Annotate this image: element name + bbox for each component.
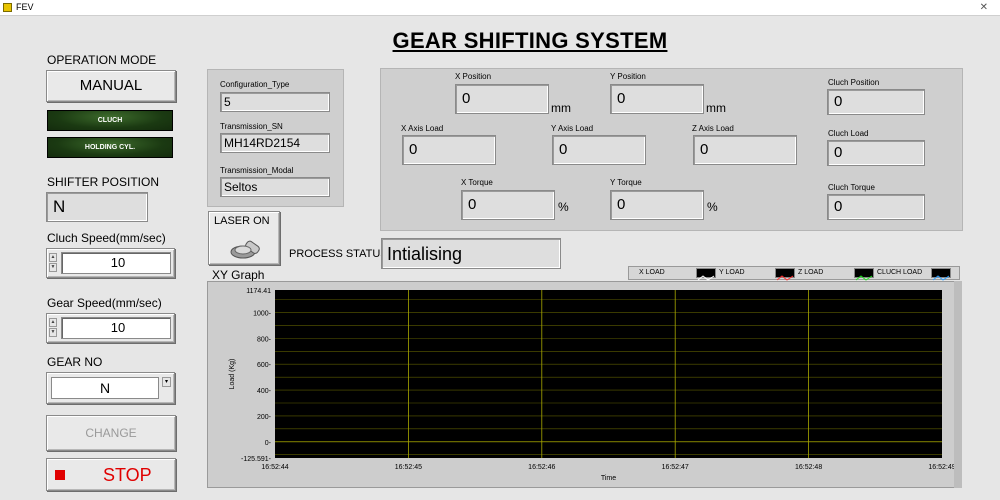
readings-panel: X Position 0 mm Y Position 0 mm X Axis L… <box>380 68 963 231</box>
y-tick-label: 400- <box>257 388 272 395</box>
x-torque-value: 0 <box>461 190 555 220</box>
x-tick-label: 16:52:44 <box>261 464 288 471</box>
laser-on-button[interactable]: LASER ON <box>208 211 280 265</box>
x-axis-load-label: X Axis Load <box>401 124 444 133</box>
x-position-unit: mm <box>551 101 571 115</box>
transmission-sn-label: Transmission_SN <box>220 122 283 131</box>
x-tick-label: 16:52:49 <box>928 464 955 471</box>
transmission-modal-label: Transmission_Modal <box>220 166 294 175</box>
gear-no-value[interactable]: N <box>51 377 159 399</box>
y-position-value: 0 <box>610 84 704 114</box>
legend-x-load-swatch[interactable] <box>696 268 716 281</box>
y-tick-label: 200- <box>257 414 272 421</box>
cluch-speed-label: Cluch Speed(mm/sec) <box>47 231 166 245</box>
xy-graph[interactable]: 1174.411000-800-600-400-200-0--125.591-1… <box>207 281 962 488</box>
x-tick-label: 16:52:45 <box>395 464 422 471</box>
y-axis-load-label: Y Axis Load <box>551 124 594 133</box>
xy-graph-label: XY Graph <box>212 268 265 282</box>
gear-no-select[interactable]: N ▾ <box>46 372 175 404</box>
configuration-panel: Configuration_Type 5 Transmission_SN MH1… <box>207 69 344 207</box>
graph-scrollbar <box>954 281 962 488</box>
decrement-icon[interactable]: ▼ <box>49 328 57 337</box>
shifter-position-label: SHIFTER POSITION <box>47 175 160 189</box>
x-axis-load-value: 0 <box>402 135 496 165</box>
cluch-load-label: Cluch Load <box>828 129 869 138</box>
x-tick-label: 16:52:47 <box>662 464 689 471</box>
y-torque-label: Y Torque <box>610 178 642 187</box>
decrement-icon[interactable]: ▼ <box>49 263 57 272</box>
x-axis-label: Time <box>601 475 616 482</box>
cluch-speed-control: ▲ ▼ 10 <box>46 248 175 278</box>
transmission-sn-value: MH14RD2154 <box>220 133 330 153</box>
y-position-label: Y Position <box>610 72 646 81</box>
y-tick-label: 1000- <box>253 311 272 318</box>
x-tick-label: 16:52:46 <box>528 464 555 471</box>
y-tick-label: 600- <box>257 362 272 369</box>
gear-speed-control: ▲ ▼ 10 <box>46 313 175 343</box>
cluch-position-label: Cluch Position <box>828 78 880 87</box>
cluch-load-value: 0 <box>827 140 925 166</box>
y-torque-value: 0 <box>610 190 704 220</box>
operation-mode-label: OPERATION MODE <box>47 53 157 67</box>
x-position-value: 0 <box>455 84 549 114</box>
increment-icon[interactable]: ▲ <box>49 253 57 262</box>
x-tick-label: 16:52:48 <box>795 464 822 471</box>
plot-area <box>275 290 942 458</box>
stop-icon <box>55 470 65 480</box>
cluch-speed-input[interactable]: 10 <box>61 252 171 274</box>
legend-z-load: Z LOAD <box>798 269 824 276</box>
legend-z-load-swatch[interactable] <box>854 268 874 281</box>
configuration-type-value: 5 <box>220 92 330 112</box>
app-icon <box>3 3 12 12</box>
x-torque-label: X Torque <box>461 178 493 187</box>
legend-y-load-swatch[interactable] <box>775 268 795 281</box>
y-axis-label: Load (Kg) <box>229 359 236 390</box>
legend-cluch-load-swatch[interactable] <box>931 268 951 281</box>
window-title: FEV <box>16 2 34 12</box>
y-tick-label: -125.591- <box>241 456 272 463</box>
z-axis-load-value: 0 <box>693 135 797 165</box>
shifter-position-indicator: N <box>46 192 148 222</box>
x-position-label: X Position <box>455 72 492 81</box>
laser-on-label: LASER ON <box>214 215 270 227</box>
configuration-type-label: Configuration_Type <box>220 80 290 89</box>
change-button[interactable]: CHANGE <box>46 415 176 451</box>
increment-icon[interactable]: ▲ <box>49 318 57 327</box>
operation-mode-button[interactable]: MANUAL <box>46 70 176 102</box>
y-axis-load-value: 0 <box>552 135 646 165</box>
cluch-torque-label: Cluch Torque <box>828 183 875 192</box>
legend-cluch-load: CLUCH LOAD <box>877 269 923 276</box>
z-axis-load-label: Z Axis Load <box>692 124 734 133</box>
cluch-position-value: 0 <box>827 89 925 115</box>
legend-y-load: Y LOAD <box>719 269 745 276</box>
close-icon[interactable]: ✕ <box>980 0 988 15</box>
y-tick-label: 0- <box>265 440 272 447</box>
gear-no-label: GEAR NO <box>47 355 103 369</box>
process-status-value: Intialising <box>381 238 561 269</box>
chart-legend: X LOAD Y LOAD Z LOAD CLUCH LOAD <box>628 266 960 281</box>
gear-speed-label: Gear Speed(mm/sec) <box>47 296 162 310</box>
y-tick-label: 1174.41 <box>246 288 271 295</box>
stop-label: STOP <box>103 465 152 485</box>
legend-x-load: X LOAD <box>639 269 665 276</box>
process-status-label: PROCESS STATUS <box>289 248 388 260</box>
y-torque-unit: % <box>707 200 718 214</box>
y-position-unit: mm <box>706 101 726 115</box>
stop-button[interactable]: STOP <box>46 458 176 491</box>
cluch-button[interactable]: CLUCH <box>47 110 173 131</box>
y-tick-label: 800- <box>257 336 272 343</box>
toggle-switch-icon <box>230 240 260 259</box>
window-titlebar: FEV ✕ <box>0 0 1000 15</box>
page-title: GEAR SHIFTING SYSTEM <box>392 28 668 53</box>
transmission-modal-value: Seltos <box>220 177 330 197</box>
x-torque-unit: % <box>558 200 569 214</box>
dropdown-arrow-icon[interactable]: ▾ <box>162 377 171 387</box>
cluch-torque-value: 0 <box>827 194 925 220</box>
gear-speed-input[interactable]: 10 <box>61 317 171 339</box>
holding-cyl-button[interactable]: HOLDING CYL. <box>47 137 173 158</box>
